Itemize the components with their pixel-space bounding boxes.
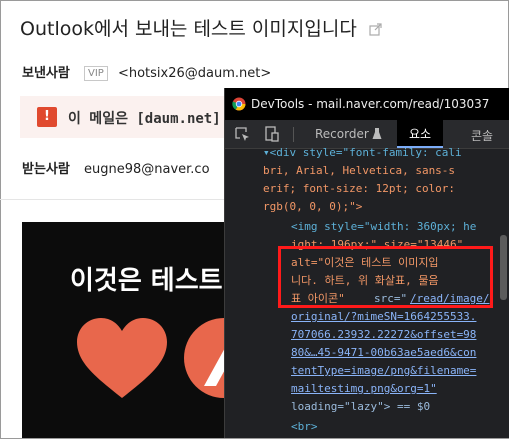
- recipient-row: 받는사람 eugne98@naver.co: [22, 158, 210, 177]
- heart-icon: [77, 318, 167, 398]
- tab-recorder[interactable]: Recorder: [315, 127, 369, 141]
- code-line[interactable]: loading="lazy"> == $0: [291, 400, 430, 414]
- devtools-tabbar: Recorder 요소 콘솔: [225, 120, 509, 149]
- notice-text: 이 메일은 [daum.net]: [68, 111, 221, 127]
- sender-row: 보낸사람 VIP <hotsix26@daum.net>: [22, 62, 271, 81]
- image-src-link[interactable]: original/?mimeSN=1664255533.: [291, 310, 476, 324]
- security-notice: ! 이 메일은 [daum.net]: [20, 96, 250, 138]
- tab-elements[interactable]: 요소: [397, 120, 443, 148]
- sender-address[interactable]: <hotsix26@daum.net>: [118, 66, 271, 81]
- alt-text-highlight: [278, 246, 493, 308]
- recipient-address[interactable]: eugne98@naver.co: [84, 162, 210, 177]
- code-line[interactable]: rgb(0, 0, 0);">: [263, 200, 362, 214]
- image-src-link[interactable]: 707066.23932.22272&offset=98: [291, 328, 476, 342]
- email-image[interactable]: 이것은 테스트: [22, 222, 232, 438]
- device-toggle-icon[interactable]: [265, 126, 279, 142]
- code-line[interactable]: erif; font-size: 12pt; color:: [263, 182, 455, 196]
- code-line[interactable]: ▾<div style="font-family: cali: [263, 146, 462, 160]
- vip-badge[interactable]: VIP: [83, 66, 108, 81]
- warning-icon: !: [37, 107, 57, 127]
- sender-label: 보낸사람: [22, 66, 70, 81]
- recorder-icon: [372, 128, 382, 139]
- code-line[interactable]: bri, Arial, Helvetica, sans-s: [263, 164, 455, 178]
- tab-console[interactable]: 콘솔: [471, 127, 493, 144]
- image-src-link[interactable]: 80&…45-9471-00b63ae5aed6&con: [291, 346, 476, 360]
- devtools-titlebar: DevTools - mail.naver.com/read/103037: [225, 88, 509, 120]
- mail-subject: Outlook에서 보내는 테스트 이미지입니다: [20, 14, 382, 41]
- header-divider: [0, 199, 230, 200]
- code-line[interactable]: <img style="width: 360px; he: [291, 220, 476, 234]
- image-src-link[interactable]: tentType=image/png&filename=: [291, 364, 476, 378]
- chrome-icon: [232, 97, 246, 111]
- code-line[interactable]: <br>: [291, 420, 318, 434]
- subject-text: Outlook에서 보내는 테스트 이미지입니다: [20, 18, 357, 40]
- recipient-label: 받는사람: [22, 162, 70, 177]
- devtools-title: DevTools - mail.naver.com/read/103037: [251, 97, 490, 111]
- image-src-link[interactable]: mailtestimg.png&org=1": [291, 382, 437, 396]
- devtools-panel: DevTools - mail.naver.com/read/103037 Re…: [224, 88, 509, 438]
- external-link-icon[interactable]: [369, 19, 382, 41]
- image-caption: 이것은 테스트: [70, 266, 223, 296]
- inspect-icon[interactable]: [235, 127, 250, 142]
- tab-separator: [293, 127, 294, 142]
- devtools-scrollbar[interactable]: [500, 235, 507, 300]
